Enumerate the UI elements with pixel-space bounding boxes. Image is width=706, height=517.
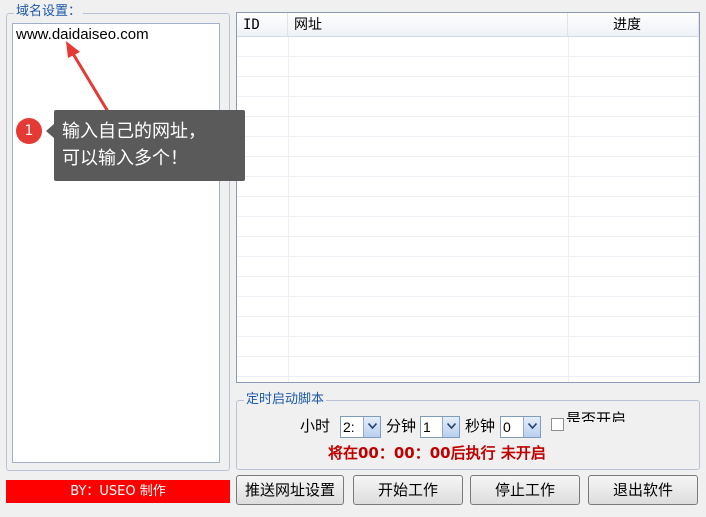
- start-work-button[interactable]: 开始工作: [353, 475, 463, 505]
- minute-value: 1: [423, 419, 431, 435]
- hour-label: 小时: [300, 417, 331, 435]
- table-header: ID 网址 进度: [237, 13, 699, 37]
- tooltip-pointer: [46, 124, 54, 138]
- tooltip-line-1: 输入自己的网址，: [62, 121, 206, 142]
- second-label: 秒钟: [465, 417, 496, 435]
- hour-value: 2:: [343, 419, 355, 435]
- step-badge: 1: [16, 118, 42, 144]
- table-column-divider: [288, 37, 289, 382]
- table-row: [237, 77, 699, 97]
- table-row: [237, 177, 699, 197]
- table-row: [237, 297, 699, 317]
- column-header-id[interactable]: ID: [237, 13, 288, 37]
- table-column-divider: [568, 37, 569, 382]
- table-row: [237, 257, 699, 277]
- push-url-settings-button[interactable]: 推送网址设置: [236, 475, 344, 505]
- table-row: [237, 317, 699, 337]
- minute-select[interactable]: 1: [420, 416, 460, 438]
- annotation-tooltip: 输入自己的网址， 可以输入多个！: [54, 110, 245, 181]
- second-value: 0: [503, 419, 511, 435]
- second-select[interactable]: 0: [500, 416, 541, 438]
- exit-software-button[interactable]: 退出软件: [588, 475, 698, 505]
- timer-legend: 定时启动脚本: [244, 392, 327, 407]
- chevron-down-icon[interactable]: [363, 417, 380, 437]
- chevron-down-icon[interactable]: [523, 417, 540, 437]
- table-column-divider: [698, 37, 699, 382]
- chevron-down-icon[interactable]: [442, 417, 459, 437]
- table-row: [237, 197, 699, 217]
- stop-work-button[interactable]: 停止工作: [470, 475, 580, 505]
- table-row: [237, 217, 699, 237]
- table-row: [237, 277, 699, 297]
- domain-urls-textarea[interactable]: www.daidaiseo.com: [12, 23, 220, 463]
- table-row: [237, 37, 699, 57]
- minute-label: 分钟: [386, 417, 417, 435]
- table-row: [237, 337, 699, 357]
- timer-status-text: 将在00：00：00后执行 未开启: [328, 444, 546, 462]
- table-row: [237, 57, 699, 77]
- column-header-url[interactable]: 网址: [288, 13, 568, 37]
- table-row: [237, 137, 699, 157]
- table-row: [237, 357, 699, 377]
- table-row: [237, 97, 699, 117]
- column-header-progress[interactable]: 进度: [568, 13, 699, 37]
- enable-timer-label[interactable]: 是否开启: [566, 410, 626, 422]
- enable-timer-checkbox[interactable]: [551, 418, 564, 431]
- table-row: [237, 237, 699, 257]
- author-banner: BY：USEO 制作: [6, 480, 230, 503]
- url-progress-table[interactable]: ID 网址 进度: [236, 12, 700, 383]
- tooltip-line-2: 可以输入多个！: [62, 148, 188, 169]
- hour-select[interactable]: 2:: [340, 416, 381, 438]
- table-row: [237, 157, 699, 177]
- table-row: [237, 117, 699, 137]
- domain-settings-legend: 域名设置：: [14, 4, 84, 19]
